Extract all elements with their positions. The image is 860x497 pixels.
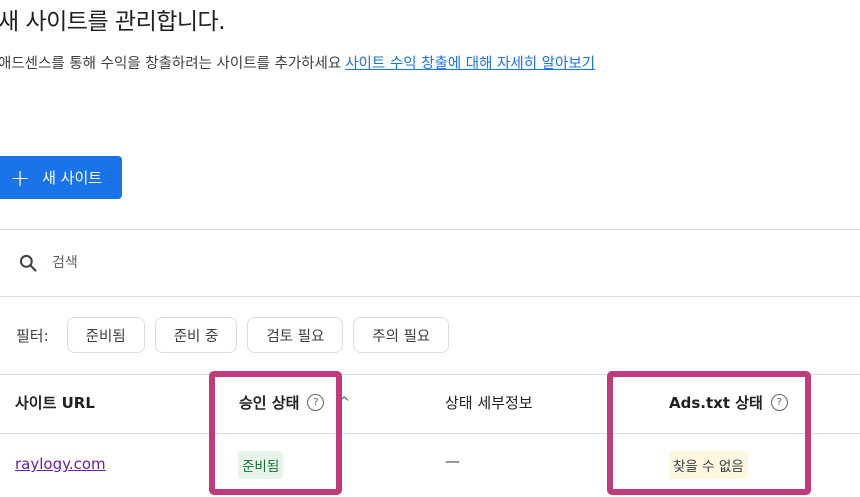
- plus-icon: +: [10, 163, 31, 192]
- search-icon: [19, 254, 37, 272]
- site-url-link[interactable]: raylogy.com: [15, 455, 106, 473]
- search-input[interactable]: [50, 254, 454, 272]
- page-description: 애드센스를 통해 수익을 창출하려는 사이트를 추가하세요 사이트 수익 창출에 …: [0, 52, 595, 73]
- page-title: 새 사이트를 관리합니다.: [0, 9, 226, 35]
- column-header-site-url[interactable]: 사이트 URL: [15, 392, 95, 413]
- filter-chip-needs-review[interactable]: 검토 필요: [247, 317, 344, 353]
- highlight-box-ads-txt: [607, 371, 811, 495]
- description-text: 애드센스를 통해 수익을 창출하려는 사이트를 추가하세요: [0, 56, 342, 72]
- status-details-value: —: [445, 452, 460, 470]
- new-site-label: 새 사이트: [42, 169, 103, 187]
- filter-chip-needs-attention[interactable]: 주의 필요: [353, 317, 450, 353]
- filter-chip-ready[interactable]: 준비됨: [66, 317, 145, 353]
- column-header-label: 사이트 URL: [15, 394, 95, 412]
- learn-more-link[interactable]: 사이트 수익 창출에 대해 자세히 알아보기: [345, 56, 595, 72]
- new-site-button[interactable]: + 새 사이트: [0, 156, 122, 199]
- divider: [0, 296, 860, 297]
- column-header-status-details: 상태 세부정보: [445, 392, 533, 413]
- search-bar: [0, 230, 860, 296]
- highlight-box-approval: [209, 371, 342, 495]
- column-header-label: 상태 세부정보: [445, 394, 533, 412]
- filter-bar: 필터: 준비됨 준비 중 검토 필요 주의 필요: [0, 316, 459, 354]
- filter-chip-preparing[interactable]: 준비 중: [154, 317, 238, 353]
- filter-label: 필터:: [16, 326, 49, 345]
